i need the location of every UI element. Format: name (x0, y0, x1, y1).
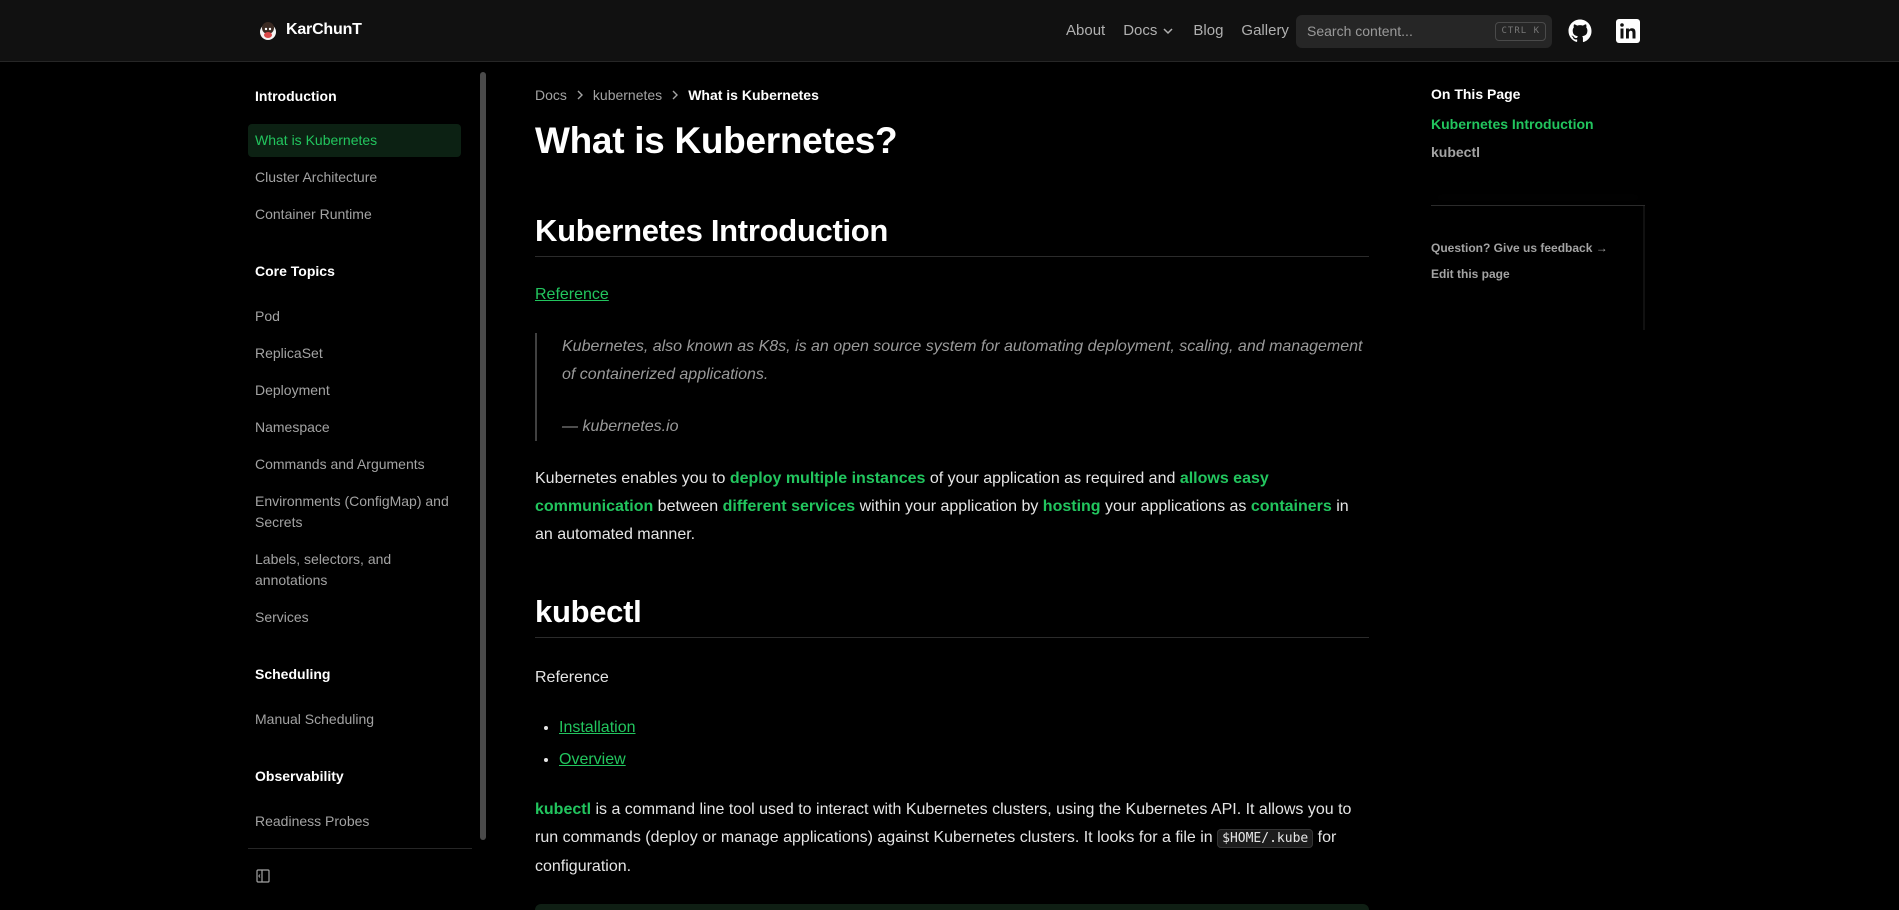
page-title: What is Kubernetes? (535, 120, 898, 161)
sidebar-item-readiness-probes[interactable]: Readiness Probes (248, 811, 461, 832)
feedback-link[interactable]: Question? Give us feedback → (1431, 241, 1608, 255)
docs-sidebar: Introduction What is Kubernetes Cluster … (248, 62, 472, 842)
brand-logo[interactable]: KarChunT (258, 19, 362, 41)
breadcrumb: Docs kubernetes What is Kubernetes (535, 87, 819, 103)
mascot-icon (260, 22, 276, 40)
intro-text: between (653, 498, 723, 515)
highlight-text: hosting (1042, 498, 1101, 515)
sidebar-item-cluster-architecture[interactable]: Cluster Architecture (248, 167, 461, 188)
sidebar-item-services[interactable]: Services (248, 607, 461, 628)
search-shortcut: CTRL K (1495, 22, 1546, 41)
search-input[interactable] (1307, 23, 1487, 39)
installation-link[interactable]: Installation (559, 719, 636, 736)
nav-blog[interactable]: Blog (1193, 22, 1223, 39)
linkedin-icon[interactable] (1616, 19, 1640, 43)
sidebar-item-pod[interactable]: Pod (248, 306, 461, 327)
quote-source: — kubernetes.io (562, 418, 679, 435)
kubectl-reference-text: Reference (535, 669, 609, 686)
toc-link-kubectl[interactable]: kubectl (1431, 144, 1645, 160)
toc-edge (1643, 206, 1645, 330)
sidebar-heading-introduction: Introduction (255, 88, 337, 104)
code-block-edge (535, 904, 1369, 910)
collapse-sidebar-icon[interactable] (256, 869, 270, 883)
github-icon[interactable] (1568, 19, 1592, 43)
sidebar-item-environments[interactable]: Environments (ConfigMap) and Secrets (248, 491, 461, 533)
sidebar-item-replicaset[interactable]: ReplicaSet (248, 343, 461, 364)
sidebar-footer (248, 848, 472, 910)
reference-link[interactable]: Reference (535, 286, 609, 303)
inline-code: $HOME/.kube (1217, 829, 1314, 848)
quote-text: Kubernetes, also known as K8s, is an ope… (562, 338, 1363, 383)
sidebar-item-what-is-kubernetes[interactable]: What is Kubernetes (248, 124, 461, 157)
chevron-right-icon (672, 90, 679, 100)
nav-about[interactable]: About (1066, 22, 1105, 39)
highlight-text: containers (1250, 498, 1332, 515)
kubectl-links-list: Installation Overview (559, 712, 859, 776)
nav-docs-label: Docs (1123, 22, 1158, 39)
sidebar-item-container-runtime[interactable]: Container Runtime (248, 204, 461, 225)
kubernetes-quote: Kubernetes, also known as K8s, is an ope… (535, 333, 1369, 441)
sidebar-heading-core-topics: Core Topics (255, 263, 335, 279)
heading-kubectl: kubectl (535, 594, 1369, 638)
highlight-text: different services (722, 498, 856, 515)
overview-link[interactable]: Overview (559, 751, 626, 768)
sidebar-scrollbar[interactable] (480, 72, 486, 840)
sidebar-item-commands-arguments[interactable]: Commands and Arguments (248, 454, 461, 475)
sidebar-item-labels-selectors[interactable]: Labels, selectors, and annotations (248, 549, 461, 591)
toc-divider (1431, 205, 1645, 206)
highlight-text: deploy multiple instances (729, 470, 926, 487)
chevron-right-icon (577, 90, 583, 100)
highlight-text: kubectl (535, 801, 592, 818)
nav-gallery[interactable]: Gallery (1241, 22, 1289, 39)
list-item: Overview (559, 744, 859, 776)
search-box[interactable]: CTRL K (1296, 15, 1552, 48)
kubectl-paragraph: kubectl is a command line tool used to i… (535, 796, 1369, 881)
intro-text: your applications as (1100, 498, 1251, 515)
intro-paragraph: Kubernetes enables you to deploy multipl… (535, 465, 1369, 549)
edit-page-link[interactable]: Edit this page (1431, 267, 1510, 281)
nav-docs[interactable]: Docs (1123, 22, 1175, 39)
sidebar-item-manual-scheduling[interactable]: Manual Scheduling (248, 709, 461, 730)
sidebar-item-namespace[interactable]: Namespace (248, 417, 461, 438)
top-navbar: KarChunT About Docs Blog Gallery CTRL K (0, 0, 1899, 62)
breadcrumb-docs[interactable]: Docs (535, 87, 567, 103)
intro-text: of your application as required and (925, 470, 1180, 487)
chevron-down-icon (1163, 27, 1173, 34)
toc-title: On This Page (1431, 86, 1521, 102)
sidebar-heading-observability: Observability (255, 768, 344, 784)
breadcrumb-kubernetes[interactable]: kubernetes (593, 87, 662, 103)
heading-kubernetes-introduction: Kubernetes Introduction (535, 213, 1369, 257)
table-of-contents: On This Page Kubernetes Introduction kub… (1431, 86, 1645, 160)
nav-links: About Docs Blog Gallery (1066, 22, 1307, 39)
toc-link-kubernetes-introduction[interactable]: Kubernetes Introduction (1431, 116, 1645, 132)
sidebar-heading-scheduling: Scheduling (255, 666, 331, 682)
breadcrumb-current: What is Kubernetes (688, 87, 819, 103)
intro-text: within your application by (855, 498, 1043, 515)
list-item: Installation (559, 712, 859, 744)
sidebar-item-deployment[interactable]: Deployment (248, 380, 461, 401)
intro-text: Kubernetes enables you to (535, 470, 730, 487)
brand-name: KarChunT (286, 21, 362, 38)
